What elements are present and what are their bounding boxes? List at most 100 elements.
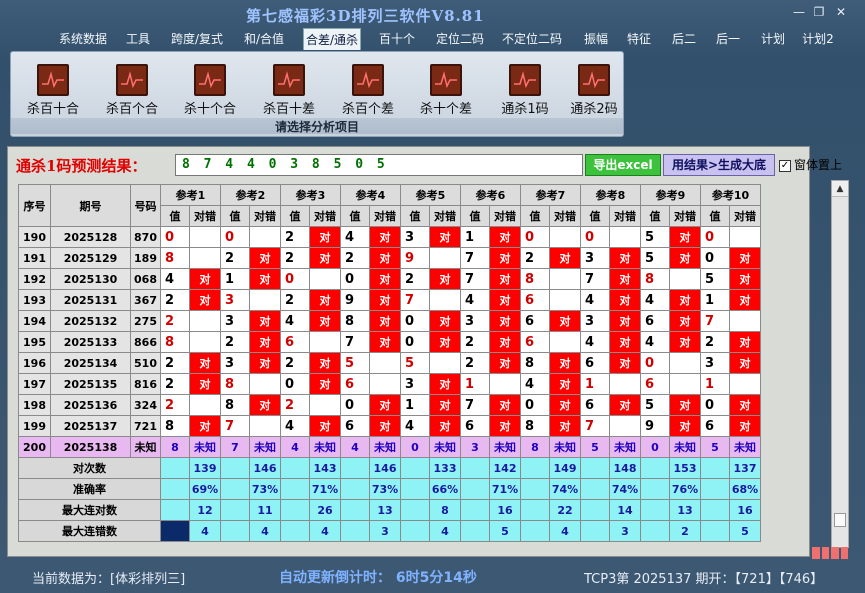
stats-value: 68%	[729, 478, 761, 500]
header-ref: 参考5	[400, 184, 461, 206]
stats-value: 5	[489, 520, 521, 542]
ref-value: 4	[280, 436, 310, 458]
header-ref: 参考9	[640, 184, 701, 206]
analysis-button[interactable]: 杀百十合	[18, 64, 88, 122]
ref-result: 对	[609, 247, 641, 269]
ref-result	[369, 373, 401, 395]
scroll-thumb[interactable]	[834, 513, 846, 527]
stats-spacer	[580, 457, 610, 479]
table-row[interactable]: 192 2025130 068 4 对 1 对 0 0 对 2 对 7 对 8 7 对 8 5 对	[18, 268, 761, 290]
analysis-button[interactable]: 杀百个差	[333, 64, 403, 122]
stats-spacer	[700, 520, 730, 542]
row-issue: 2025138	[50, 436, 131, 458]
ref-value: 6	[340, 373, 370, 395]
stats-spacer	[160, 457, 190, 479]
ref-value: 2	[280, 352, 310, 374]
stats-value: 74%	[609, 478, 641, 500]
analysis-button[interactable]: 杀百个合	[97, 64, 167, 122]
stats-value: 153	[669, 457, 701, 479]
menu-item[interactable]: 特征	[625, 28, 653, 50]
table-row[interactable]: 197 2025135 816 2 对 8 0 对 6 3 对 1 4 对 1 6 1	[18, 373, 761, 395]
table-row[interactable]: 198 2025136 324 2 8 对 2 0 对 1 对 7 对 0 对 6 对 5 对 0 对	[18, 394, 761, 416]
menu-item[interactable]: 不定位二码	[500, 28, 564, 50]
stats-value: 74%	[549, 478, 581, 500]
menu-item[interactable]: 跨度/复式	[169, 28, 225, 50]
menu-item[interactable]: 定位二码	[434, 28, 486, 50]
scroll-up-icon[interactable]: ▲	[832, 181, 848, 197]
stats-value: 73%	[369, 478, 401, 500]
stats-spacer	[340, 520, 370, 542]
menu-item[interactable]: 振幅	[582, 28, 610, 50]
pin-window-checkbox[interactable]: ✓ 窗体置上	[779, 156, 842, 173]
countdown-text: 自动更新倒计时： 6时5分14秒	[279, 570, 477, 586]
close-icon[interactable]: ✕	[831, 4, 851, 20]
ref-value: 1	[700, 373, 730, 395]
ref-result	[369, 352, 401, 374]
ref-result: 未知	[669, 436, 701, 458]
stats-value: 11	[249, 499, 281, 521]
menu-item[interactable]: 百十个	[377, 28, 417, 50]
menu-item[interactable]: 系统数据	[57, 28, 109, 50]
ref-value: 6	[460, 415, 490, 437]
stats-value: 149	[549, 457, 581, 479]
ref-value: 8	[160, 436, 190, 458]
table-row[interactable]: 196 2025134 510 2 对 3 对 2 对 5 5 2 对 8 对 6 对 0 3 对	[18, 352, 761, 374]
stats-value: 71%	[489, 478, 521, 500]
ref-value: 6	[700, 415, 730, 437]
ref-value: 2	[280, 226, 310, 248]
ref-value: 6	[280, 331, 310, 353]
menu-item[interactable]: 和/合值	[242, 28, 286, 50]
table-row[interactable]: 191 2025129 189 8 2 对 2 对 2 对 9 7 对 2 对 3 对 5 对 0 对	[18, 247, 761, 269]
ref-value: 4	[400, 415, 430, 437]
menu-item[interactable]: 后二	[670, 28, 698, 50]
analysis-button[interactable]: 通杀2码	[559, 64, 629, 122]
table-row-next[interactable]: 200 2025138 未知 8 未知 7 未知 4 未知 4 未知 0 未知 3 未知 8 未知 5 未知 0 未知 5…	[18, 436, 761, 458]
ref-value: 8	[160, 331, 190, 353]
ref-result	[189, 394, 221, 416]
stats-value: 22	[549, 499, 581, 521]
table-row[interactable]: 194 2025132 275 2 3 对 4 对 8 对 0 对 3 对 6 对 3 对 6 对 7	[18, 310, 761, 332]
ref-value: 3	[580, 247, 610, 269]
analysis-button[interactable]: 杀百十差	[254, 64, 324, 122]
analysis-button[interactable]: 杀十个合	[175, 64, 245, 122]
row-seq: 195	[18, 331, 51, 353]
stats-spacer	[580, 478, 610, 500]
stats-value: 26	[309, 499, 341, 521]
prediction-result-field[interactable]: 8 7 4 4 0 3 8 5 0 5	[175, 154, 583, 176]
table-row[interactable]: 199 2025137 721 8 对 7 4 对 6 对 4 对 6 对 8 对 7 9 对 6 对	[18, 415, 761, 437]
analysis-button-label: 杀百十差	[262, 102, 315, 117]
header-result: 对错	[249, 205, 281, 227]
analysis-button[interactable]: 杀十个差	[411, 64, 481, 122]
stats-value: 13	[369, 499, 401, 521]
table-row[interactable]: 190 2025128 870 0 0 2 对 4 对 3 对 1 对 0 0 5 对 0	[18, 226, 761, 248]
current-data-text: 当前数据为：[体彩排列三]	[32, 572, 186, 587]
analysis-button[interactable]: 通杀1码	[490, 64, 560, 122]
menu-item[interactable]: 计划2	[801, 28, 835, 50]
ref-result	[609, 373, 641, 395]
menu-item[interactable]: 后一	[714, 28, 742, 50]
table-row[interactable]: 193 2025131 367 2 对 3 2 对 9 对 7 4 对 6 4 对 4 对 1 对	[18, 289, 761, 311]
menu-item[interactable]: 合差/通杀	[303, 28, 361, 50]
ref-result	[729, 310, 761, 332]
ref-result: 对	[609, 331, 641, 353]
restore-icon[interactable]: ❐	[809, 4, 829, 20]
result-panel: 通杀1码预测结果： 8 7 4 4 0 3 8 5 0 5 导出excel 用结…	[7, 146, 842, 557]
vertical-scrollbar[interactable]: ▲	[831, 180, 849, 548]
ref-result: 对	[549, 247, 581, 269]
table-row[interactable]: 195 2025133 866 8 2 对 6 7 对 0 对 2 对 6 4 对 4 对 2 对	[18, 331, 761, 353]
minimize-icon[interactable]: —	[789, 4, 809, 20]
menu-item[interactable]: 工具	[124, 28, 152, 50]
stats-value: 3	[609, 520, 641, 542]
menu-item[interactable]: 计划	[759, 28, 787, 50]
ref-value: 4	[280, 310, 310, 332]
export-excel-button[interactable]: 导出excel	[585, 154, 661, 176]
header-ref: 参考10	[700, 184, 761, 206]
generate-base-button[interactable]: 用结果>生成大底	[663, 154, 775, 176]
row-seq: 192	[18, 268, 51, 290]
app-window: 第七感福彩3D排列三软件V8.81 — ❐ ✕ 系统数据 工具 跨度/复式 和/合值合…	[0, 0, 865, 593]
ref-result: 对	[369, 394, 401, 416]
ref-result: 对	[489, 247, 521, 269]
ref-result	[189, 226, 221, 248]
stats-spacer	[160, 478, 190, 500]
ref-value: 1	[460, 373, 490, 395]
